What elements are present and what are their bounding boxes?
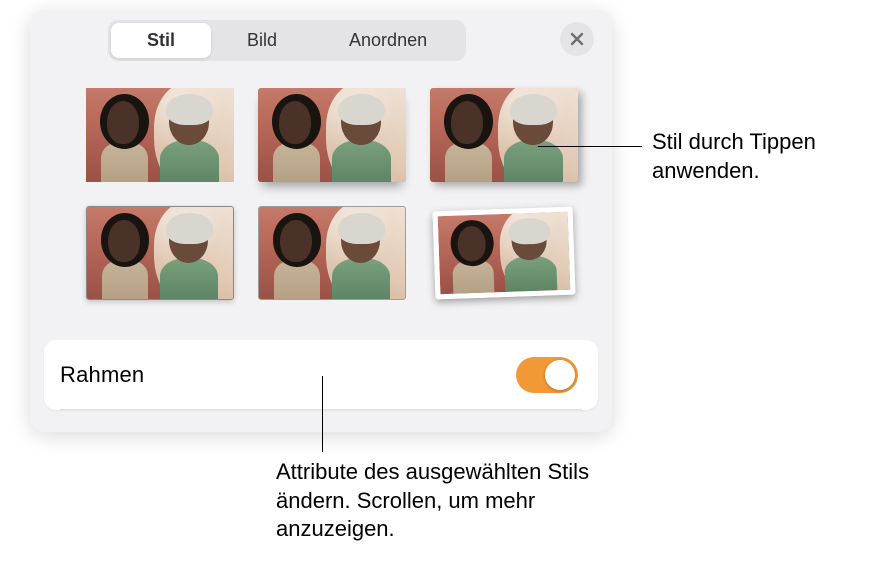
style-thumbnail-reflection[interactable] xyxy=(254,82,410,188)
style-thumbnail-drop-shadow[interactable] xyxy=(426,82,582,188)
frame-toggle[interactable] xyxy=(516,357,578,393)
tab-stil[interactable]: Stil xyxy=(111,23,211,58)
tab-anordnen[interactable]: Anordnen xyxy=(313,23,463,58)
frame-label: Rahmen xyxy=(60,362,144,388)
callout-edit-attributes: Attribute des ausgewählten Stils ändern.… xyxy=(276,458,596,544)
style-thumbnail-thin-border-shadow[interactable] xyxy=(82,200,238,306)
callout-leader-line xyxy=(538,146,642,147)
style-thumbnail-polaroid-tilt[interactable] xyxy=(426,200,582,306)
close-button[interactable] xyxy=(560,22,594,56)
close-icon xyxy=(570,32,584,46)
callout-leader-line xyxy=(322,376,323,452)
style-thumbnail-outline[interactable] xyxy=(254,200,410,306)
row-divider xyxy=(60,409,582,410)
frame-row: Rahmen xyxy=(44,340,598,410)
style-thumbnail-grid xyxy=(82,82,582,306)
toggle-knob xyxy=(545,360,575,390)
format-inspector-panel: Stil Bild Anordnen Rahmen xyxy=(30,10,612,432)
format-tabs: Stil Bild Anordnen xyxy=(108,20,466,61)
callout-apply-style: Stil durch Tippen anwenden. xyxy=(652,128,891,185)
tab-bild[interactable]: Bild xyxy=(211,23,313,58)
style-thumbnail-plain[interactable] xyxy=(82,82,238,188)
